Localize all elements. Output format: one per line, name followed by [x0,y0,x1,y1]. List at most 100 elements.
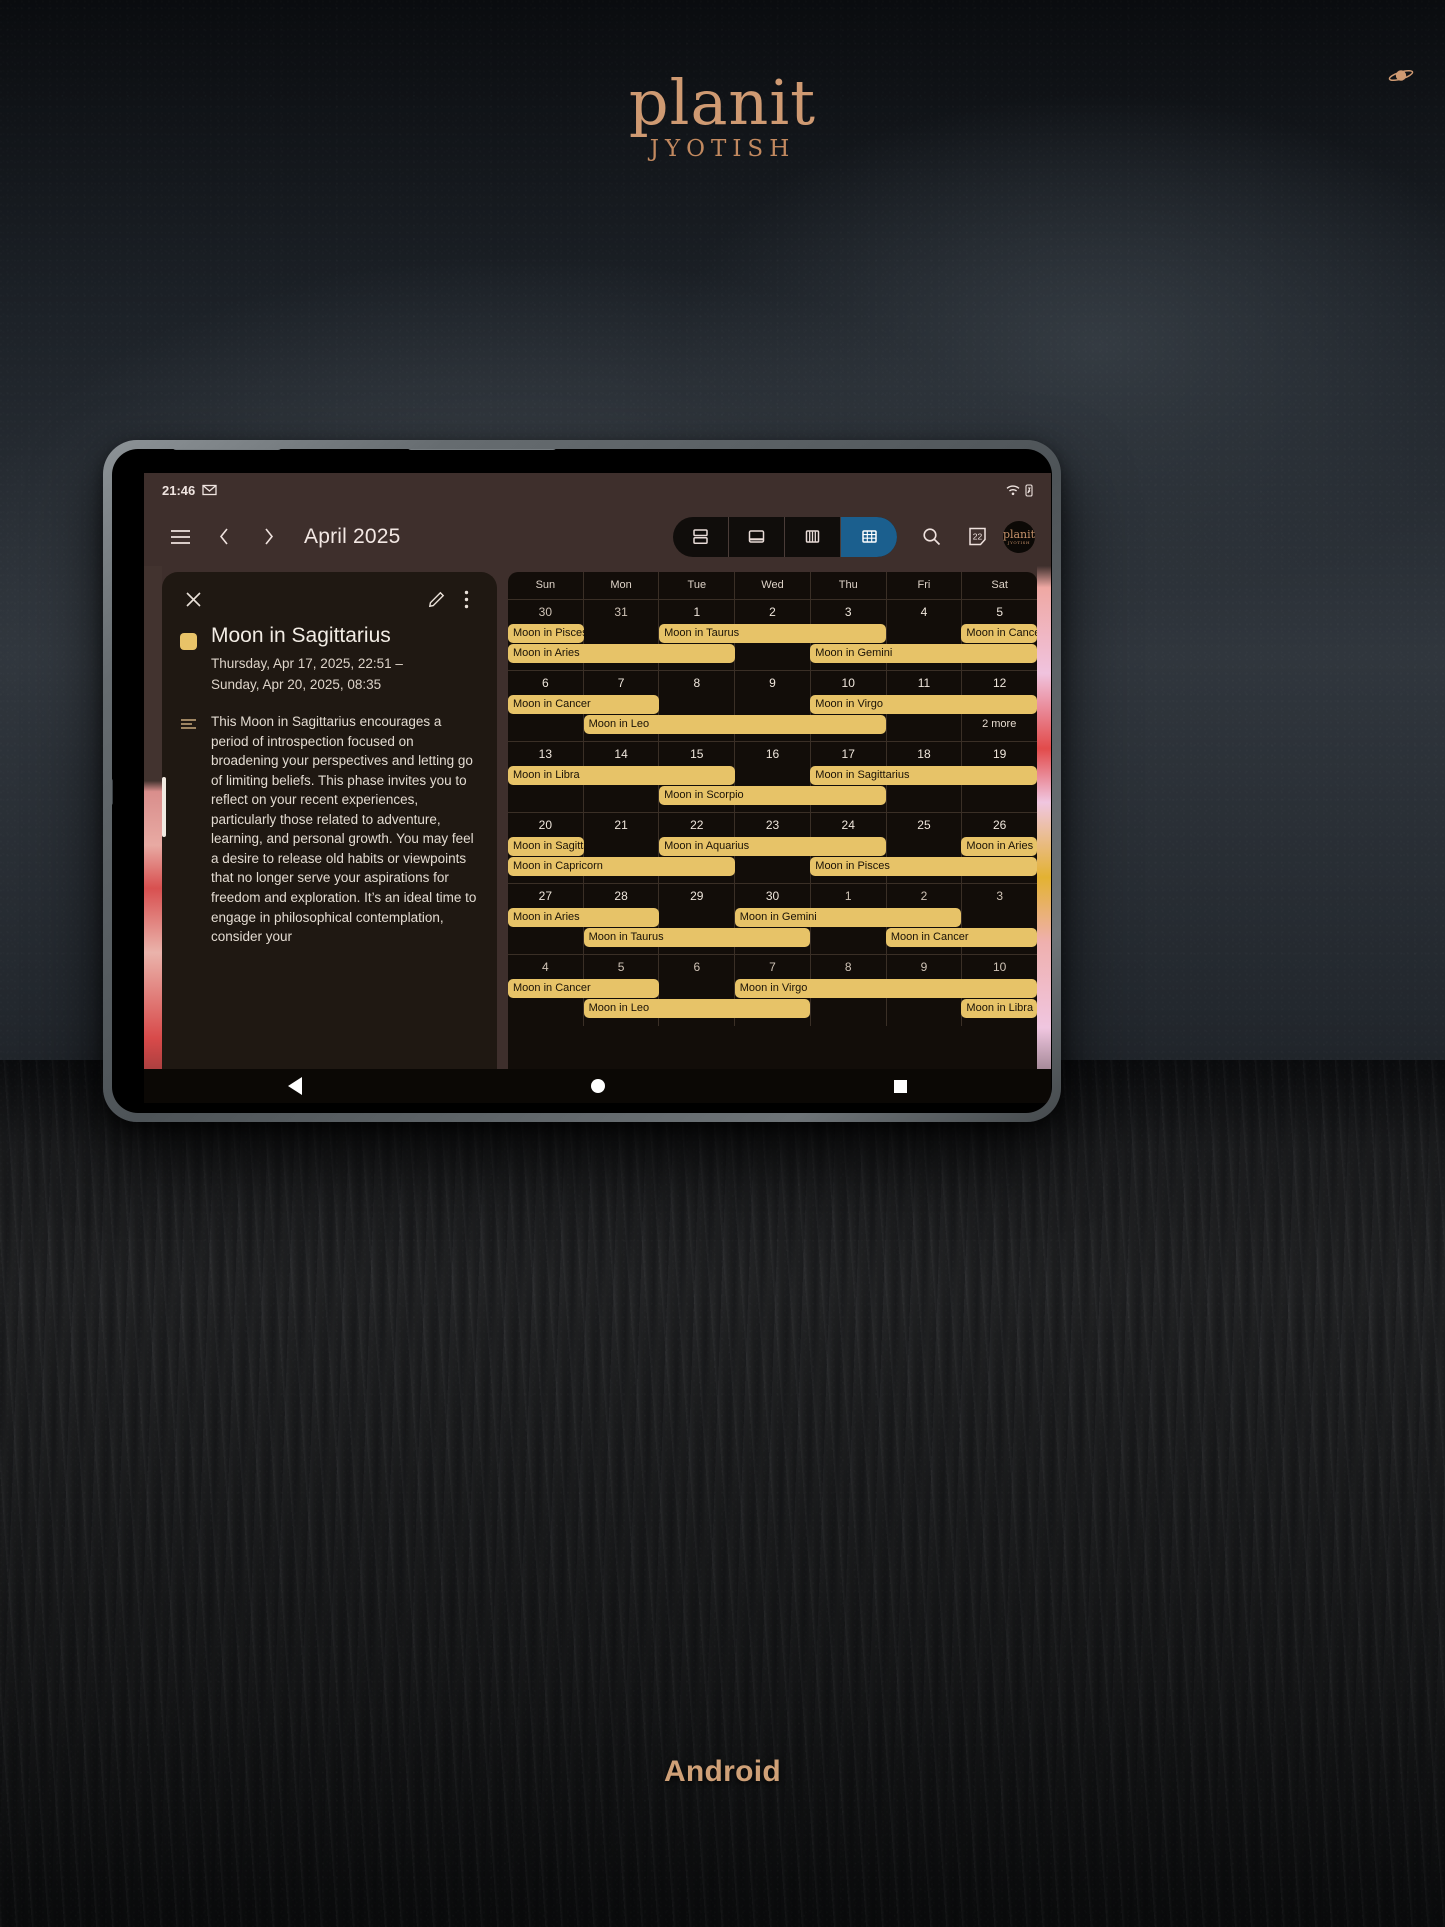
day-number: 7 [617,676,625,690]
calendar-event-chip[interactable]: Moon in Pisces [810,857,1037,876]
day-number: 4 [542,960,549,974]
calendar-event-chip[interactable]: Moon in Libra [961,999,1037,1018]
calendar-event-chip[interactable]: Moon in Leo [583,999,811,1018]
day-number: 1 [693,605,701,619]
page-title: April 2025 [304,524,401,548]
week-view-icon [805,530,820,543]
view-toggle-day[interactable] [729,516,785,557]
battery-icon [1025,483,1033,497]
more-vertical-icon[interactable] [451,584,481,614]
month-view-icon [861,530,877,543]
day-number: 10 [841,676,855,690]
power-button[interactable] [112,779,113,805]
brand-subtitle: JYOTISH [649,136,796,162]
event-color-swatch [180,633,197,650]
day-header-sun: Sun [508,572,584,599]
calendar-event-chip[interactable]: Moon in Aries [961,837,1037,856]
day-view-icon [748,530,765,543]
day-number: 22 [690,818,704,832]
calendar-week: 30 31 1 2 3 4 5 Moon in Pisces Moon in Taurus Moo… [508,600,1037,671]
calendar-event-chip[interactable]: Moon in Leo [583,715,886,734]
nav-home-icon[interactable] [590,1079,605,1093]
day-header-fri: Fri [887,572,963,599]
event-title: Moon in Sagittarius [211,624,391,647]
calendar-event-chip[interactable]: Moon in Capricorn [508,857,735,876]
calendar-event-chip[interactable]: Moon in Cancer [508,695,660,714]
svg-text:22: 22 [972,531,982,541]
chevron-right-icon[interactable] [248,517,288,557]
day-number: 13 [538,747,553,761]
android-navigation-bar [144,1069,1051,1103]
day-number: 30 [765,889,780,903]
avatar-wordmark: planit [1002,527,1036,541]
calendar-event-chip[interactable]: Moon in Aquarius [659,837,886,856]
day-number: 21 [614,818,628,832]
day-number: 4 [920,605,928,619]
event-description: This Moon in Sagittarius encourages a pe… [211,713,477,945]
day-header-thu: Thu [811,572,887,599]
calendar-event-chip[interactable]: Moon in Aries [508,908,660,927]
avatar-subtext: JYOTISH [1007,539,1031,545]
calendar-event-chip[interactable]: Moon in Taurus [583,928,811,947]
calendar-today-icon[interactable]: 22 [957,517,997,557]
day-number: 15 [690,747,704,761]
profile-avatar[interactable]: planit JYOTISH [1002,520,1036,553]
calendar-event-chip[interactable]: Moon in Cancer [508,979,660,998]
chevron-left-icon[interactable] [204,517,244,557]
wifi-icon [1006,484,1020,495]
month-calendar-grid: Sun Mon Tue Wed Thu Fri Sat 30 31 1 2 3 4 5 Moon in P… [508,572,1037,1103]
day-number: 5 [996,605,1004,619]
calendar-event-chip[interactable]: Moon in Aries [508,644,735,663]
day-number: 17 [841,747,855,761]
calendar-event-chip[interactable]: Moon in Cancer [961,624,1037,643]
calendar-event-chip[interactable]: Moon in Libra [508,766,735,785]
right-edge-panel-sliver [1037,566,1051,1103]
nav-back-icon[interactable] [288,1077,303,1095]
calendar-event-chip[interactable]: Moon in Virgo [734,979,1037,998]
event-detail-panel: Moon in Sagittarius Thursday, Apr 17, 20… [162,572,497,1103]
camera-bump-right [407,449,557,450]
day-header-tue: Tue [659,572,736,599]
platform-caption: Android [663,1755,782,1788]
status-time: 21:46 [162,482,196,498]
calendar-event-chip[interactable]: Moon in Gemini [810,644,1037,663]
more-events-link[interactable]: 2 more [961,715,1037,734]
day-number: 24 [841,818,855,832]
calendar-event-chip[interactable]: Moon in Pisces [508,624,584,643]
view-toggle-schedule[interactable] [673,516,729,557]
hamburger-menu-icon[interactable] [160,517,200,557]
search-icon[interactable] [911,517,951,557]
detail-title-row: Moon in Sagittarius Thursday, Apr 17, 20… [162,618,497,696]
close-icon[interactable] [178,584,208,614]
calendar-event-chip[interactable]: Moon in Scorpio [659,786,886,805]
calendar-event-chip[interactable]: Moon in Taurus [659,624,886,643]
calendar-event-chip[interactable]: Moon in Gemini [734,908,962,927]
app-header: April 2025 22 planit JYOTISH [144,507,1051,566]
view-toggle-week[interactable] [785,516,841,557]
nav-recents-icon[interactable] [893,1079,907,1093]
header-actions: 22 planit JYOTISH [911,517,1035,557]
brand-logo: planit JYOTISH [0,69,1445,162]
schedule-view-icon [693,529,708,545]
detail-scrollbar[interactable] [162,777,166,837]
day-number: 8 [693,676,701,690]
calendar-event-chip[interactable]: Moon in Sagitta [508,837,584,856]
calendar-event-chip[interactable]: Moon in Sagittarius [810,766,1037,785]
calendar-event-chip[interactable]: Moon in Cancer [885,928,1037,947]
day-number: 27 [538,889,553,903]
event-datetime: Thursday, Apr 17, 2025, 22:51 – Sunday, … [211,654,403,696]
day-number: 31 [614,605,628,619]
day-number: 25 [917,818,931,832]
day-number: 18 [917,747,931,761]
view-toggle-month[interactable] [841,516,897,557]
day-number: 28 [614,889,628,903]
tablet-device: 21:46 April 2025 22 planit JYOTISH Moon … [103,440,1061,1122]
calendar-event-chip[interactable]: Moon in Virgo [810,695,1037,714]
calendar-weeks: 30 31 1 2 3 4 5 Moon in Pisces Moon in Taurus Moo… [508,600,1037,1026]
app-content: Moon in Sagittarius Thursday, Apr 17, 20… [144,566,1051,1103]
calendar-week: 27 28 29 30 1 2 3 Moon in Aries Moon in Gemini Mo… [508,884,1037,955]
edit-pencil-icon[interactable] [421,584,451,614]
detail-description-row: This Moon in Sagittarius encourages a pe… [162,696,497,947]
day-number: 14 [614,747,628,761]
day-number: 30 [538,605,553,619]
